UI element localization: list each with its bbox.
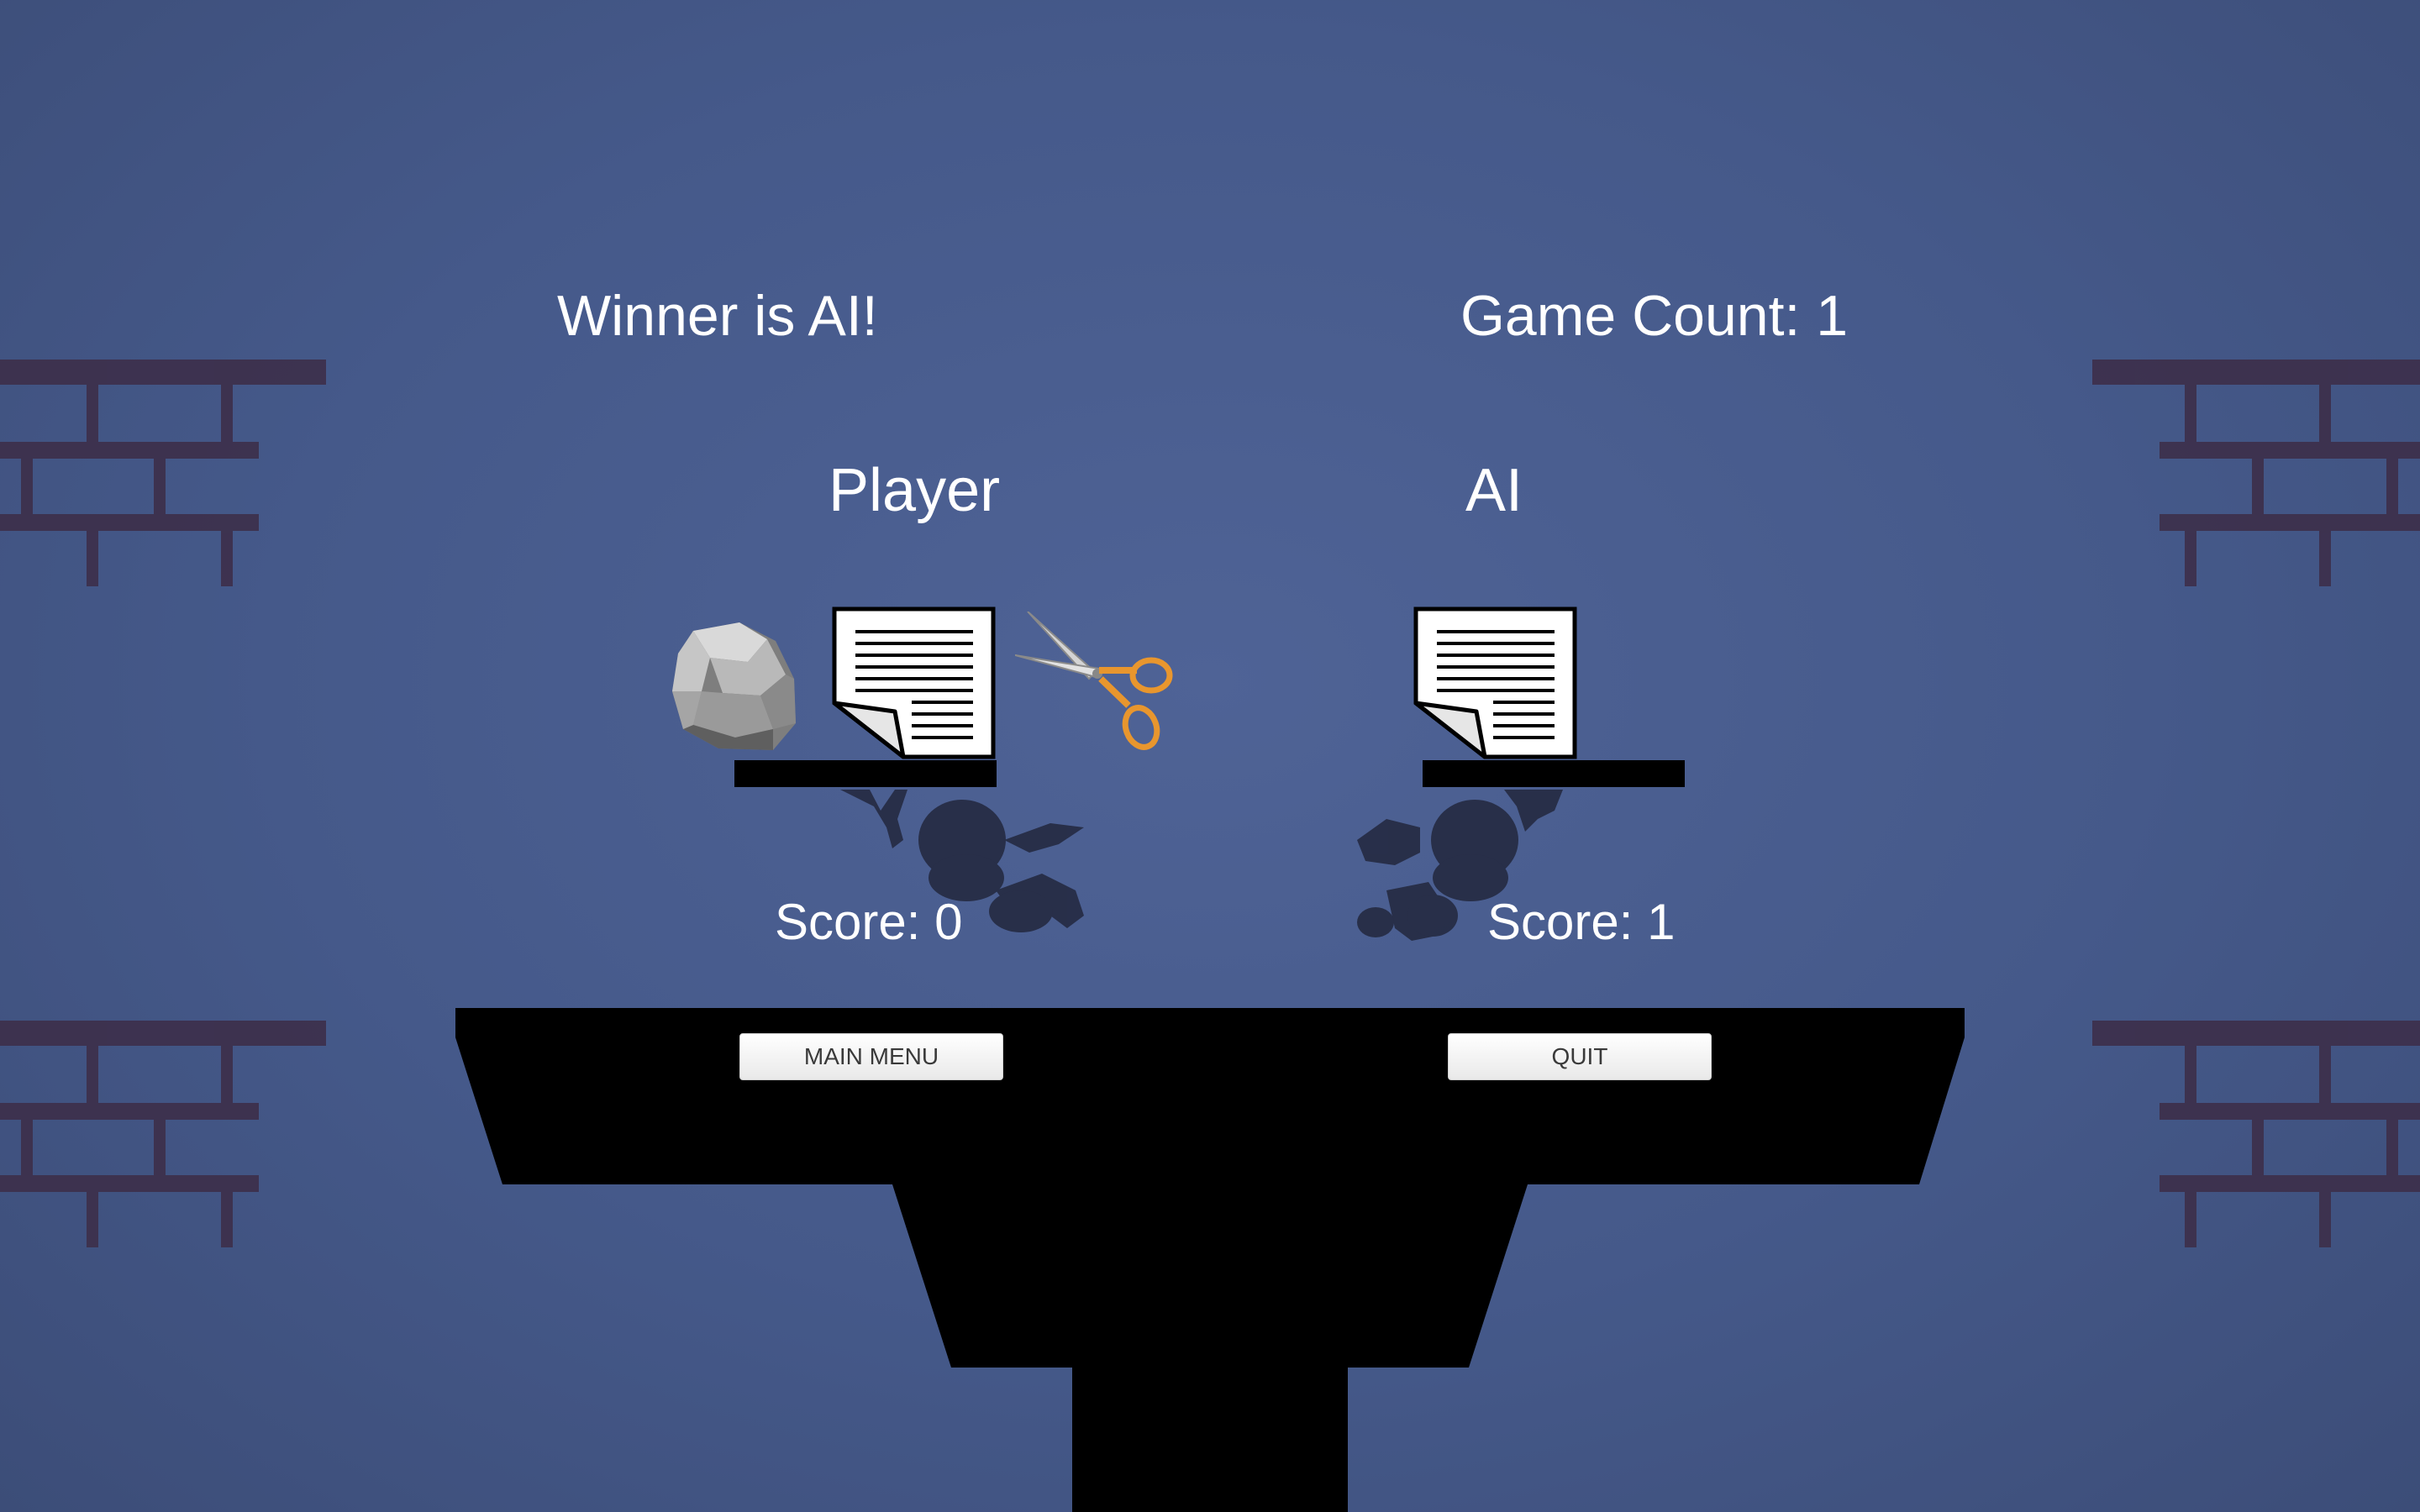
brick-wall-top-left-icon	[0, 360, 326, 586]
player-score-text: Score: 0	[775, 894, 963, 950]
brick-wall-bottom-right-icon	[2092, 1021, 2420, 1247]
paper-icon	[832, 606, 996, 759]
podium-silhouette	[455, 1008, 1965, 1512]
winner-text: Winner is AI!	[557, 284, 878, 348]
rock-choice-button[interactable]	[668, 616, 807, 754]
game-screen: Winner is AI! Game Count: 1 Player AI Sc…	[0, 0, 2420, 1512]
paper-choice-button[interactable]	[832, 606, 996, 759]
ai-label: AI	[1465, 457, 1523, 524]
paper-icon	[1413, 606, 1577, 759]
background-scene	[0, 360, 2420, 1512]
player-label: Player	[829, 457, 1001, 524]
brick-wall-bottom-left-icon	[0, 1021, 326, 1247]
scissors-choice-button[interactable]	[1014, 611, 1179, 759]
ai-shelf	[1423, 760, 1685, 787]
brick-wall-top-right-icon	[2092, 360, 2420, 586]
game-count-text: Game Count: 1	[1460, 284, 1849, 348]
rock-icon	[672, 622, 796, 750]
main-menu-button[interactable]: MAIN MENU	[739, 1033, 1003, 1080]
player-shelf	[734, 760, 997, 787]
ai-score-text: Score: 1	[1487, 894, 1676, 950]
scissors-icon	[1014, 611, 1173, 750]
quit-button[interactable]: QUIT	[1448, 1033, 1712, 1080]
ai-paper-icon	[1413, 606, 1577, 759]
